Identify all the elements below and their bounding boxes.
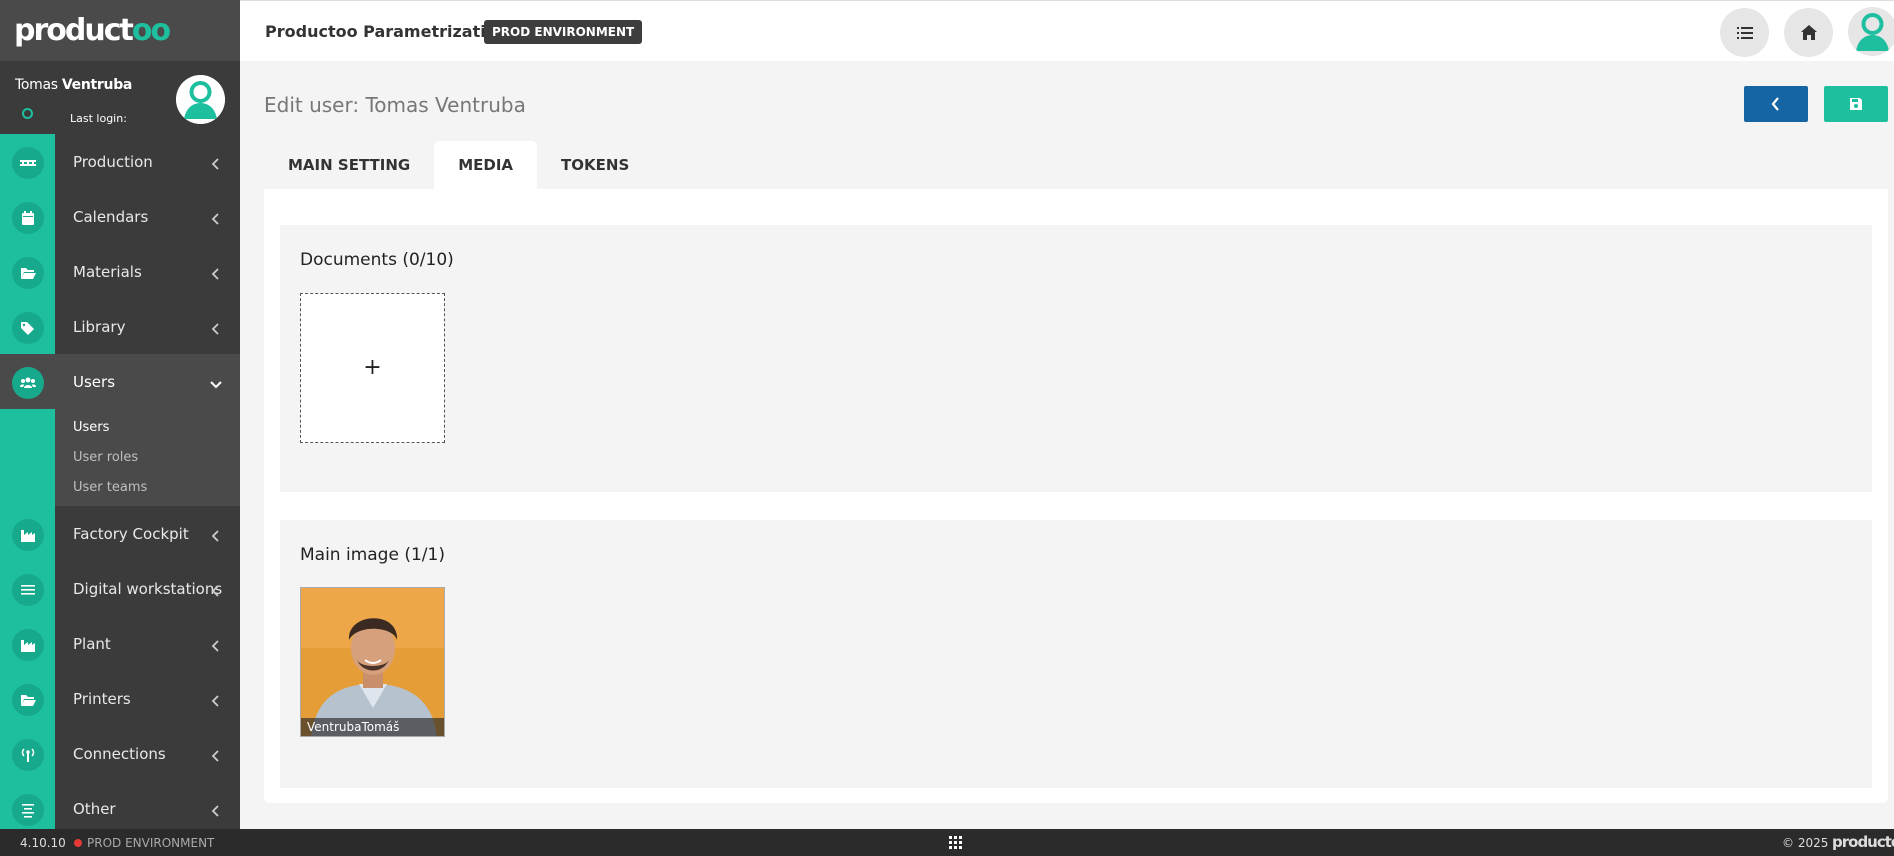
chevron-left-icon xyxy=(210,637,222,652)
user-avatar[interactable] xyxy=(176,75,225,124)
documents-panel: Documents (0/10) + xyxy=(280,225,1872,492)
list-icon xyxy=(12,574,44,606)
chevron-left-icon xyxy=(210,210,222,225)
copyright: © 2025 xyxy=(1782,836,1829,850)
avatar-person-icon xyxy=(1848,7,1894,56)
sidebar-item-label: Production xyxy=(73,152,153,171)
chevron-left-icon xyxy=(210,527,222,542)
list-menu-button[interactable] xyxy=(1720,8,1769,57)
main-image-panel: Main image (1/1) VentrubaTomáš xyxy=(280,520,1872,788)
sidebar-item-label: Digital workstations xyxy=(73,579,223,598)
tab-main-setting[interactable]: MAIN SETTING xyxy=(264,141,434,189)
profile-avatar-button[interactable] xyxy=(1848,7,1894,56)
footer-env-label: PROD ENVIRONMENT xyxy=(87,836,215,850)
sidebar-item-label: Printers xyxy=(73,689,131,708)
tab-tokens[interactable]: TOKENS xyxy=(537,141,653,189)
app-title: Productoo Parametrization xyxy=(265,22,509,41)
chevron-left-icon xyxy=(210,155,222,170)
avatar-person-icon xyxy=(176,75,225,124)
sidebar-item-library[interactable]: Library xyxy=(0,299,240,354)
folder-open-icon xyxy=(12,684,44,716)
sidebar-item-label: Connections xyxy=(73,744,166,763)
tab-media[interactable]: MEDIA xyxy=(434,141,538,189)
factory-icon xyxy=(12,519,44,551)
chevron-left-icon xyxy=(210,802,222,817)
users-icon xyxy=(12,367,44,399)
back-button[interactable] xyxy=(1744,86,1808,122)
home-button[interactable] xyxy=(1784,8,1833,57)
sidebar-menu: Production Calendars Materials Library U… xyxy=(0,134,240,836)
page-title: Edit user: Tomas Ventruba xyxy=(264,93,526,117)
main-image-title: Main image (1/1) xyxy=(300,545,445,565)
sidebar-item-label: Library xyxy=(73,317,126,336)
apps-grid-icon[interactable] xyxy=(949,836,962,849)
align-center-icon xyxy=(12,794,44,826)
user-panel: Tomas Ventruba Last login: xyxy=(0,61,240,134)
image-caption: VentrubaTomáš xyxy=(301,718,444,736)
documents-title: Documents (0/10) xyxy=(300,250,454,270)
sidebar-item-users[interactable]: Users xyxy=(0,354,240,409)
folder-open-icon xyxy=(12,257,44,289)
chevron-left-icon xyxy=(210,320,222,335)
tags-icon xyxy=(12,312,44,344)
sidebar-item-materials[interactable]: Materials xyxy=(0,244,240,299)
sidebar-item-label: Plant xyxy=(73,634,111,653)
online-status-icon xyxy=(22,108,33,119)
user-photo xyxy=(301,588,444,736)
sidebar-item-connections[interactable]: Connections xyxy=(0,726,240,781)
home-icon xyxy=(1800,24,1817,40)
sidebar-item-label: Factory Cockpit xyxy=(73,524,189,543)
tab-content: Documents (0/10) + Main image (1/1) Vent… xyxy=(264,189,1888,803)
antenna-icon xyxy=(12,739,44,771)
submenu-item-user-roles[interactable]: User roles xyxy=(55,442,240,472)
chevron-left-icon xyxy=(210,582,222,597)
sidebar-item-calendars[interactable]: Calendars xyxy=(0,189,240,244)
tab-bar: MAIN SETTING MEDIA TOKENS xyxy=(264,141,653,189)
sidebar-item-factory-cockpit[interactable]: Factory Cockpit xyxy=(0,506,240,561)
main-image-thumbnail[interactable]: VentrubaTomáš xyxy=(300,587,445,737)
sidebar-item-label: Calendars xyxy=(73,207,149,226)
chevron-left-icon xyxy=(210,747,222,762)
chevron-down-icon xyxy=(210,375,222,389)
sidebar-item-label: Materials xyxy=(73,262,142,281)
status-dot-icon xyxy=(74,839,82,847)
user-name: Tomas Ventruba xyxy=(15,77,133,93)
chevron-left-icon xyxy=(210,265,222,280)
footer-bar: 4.10.10 PROD ENVIRONMENT © 2025 producto… xyxy=(0,829,1894,856)
submenu-item-user-teams[interactable]: User teams xyxy=(55,472,240,502)
environment-badge: PROD ENVIRONMENT xyxy=(484,20,643,44)
last-login-label: Last login: xyxy=(70,112,127,125)
sidebar-item-label: Users xyxy=(73,372,116,391)
calendar-icon xyxy=(12,202,44,234)
top-bar: Productoo Parametrization PROD ENVIRONME… xyxy=(240,0,1894,61)
list-icon xyxy=(1736,26,1753,39)
chevron-left-icon xyxy=(1771,97,1779,111)
sidebar-item-other[interactable]: Other xyxy=(0,781,240,836)
brand-logo[interactable]: productoo xyxy=(0,0,240,61)
chevron-left-icon xyxy=(210,692,222,707)
sidebar-item-production[interactable]: Production xyxy=(0,134,240,189)
document-upload-dropzone[interactable]: + xyxy=(300,293,445,443)
users-submenu: Users User roles User teams xyxy=(55,409,240,506)
sidebar-item-plant[interactable]: Plant xyxy=(0,616,240,671)
footer-environment: PROD ENVIRONMENT xyxy=(74,836,214,850)
save-icon xyxy=(1850,98,1862,110)
footer-logo: productoo xyxy=(1832,833,1894,851)
sidebar-item-digital-workstations[interactable]: Digital workstations xyxy=(0,561,240,616)
save-button[interactable] xyxy=(1824,86,1888,122)
submenu-item-users[interactable]: Users xyxy=(55,412,240,442)
factory-icon xyxy=(12,629,44,661)
sidebar-item-printers[interactable]: Printers xyxy=(0,671,240,726)
logo-text: productoo xyxy=(14,13,171,48)
app-version: 4.10.10 xyxy=(20,836,66,850)
plus-icon: + xyxy=(363,355,382,380)
sidebar-item-label: Other xyxy=(73,799,116,818)
conveyor-icon xyxy=(12,147,44,179)
